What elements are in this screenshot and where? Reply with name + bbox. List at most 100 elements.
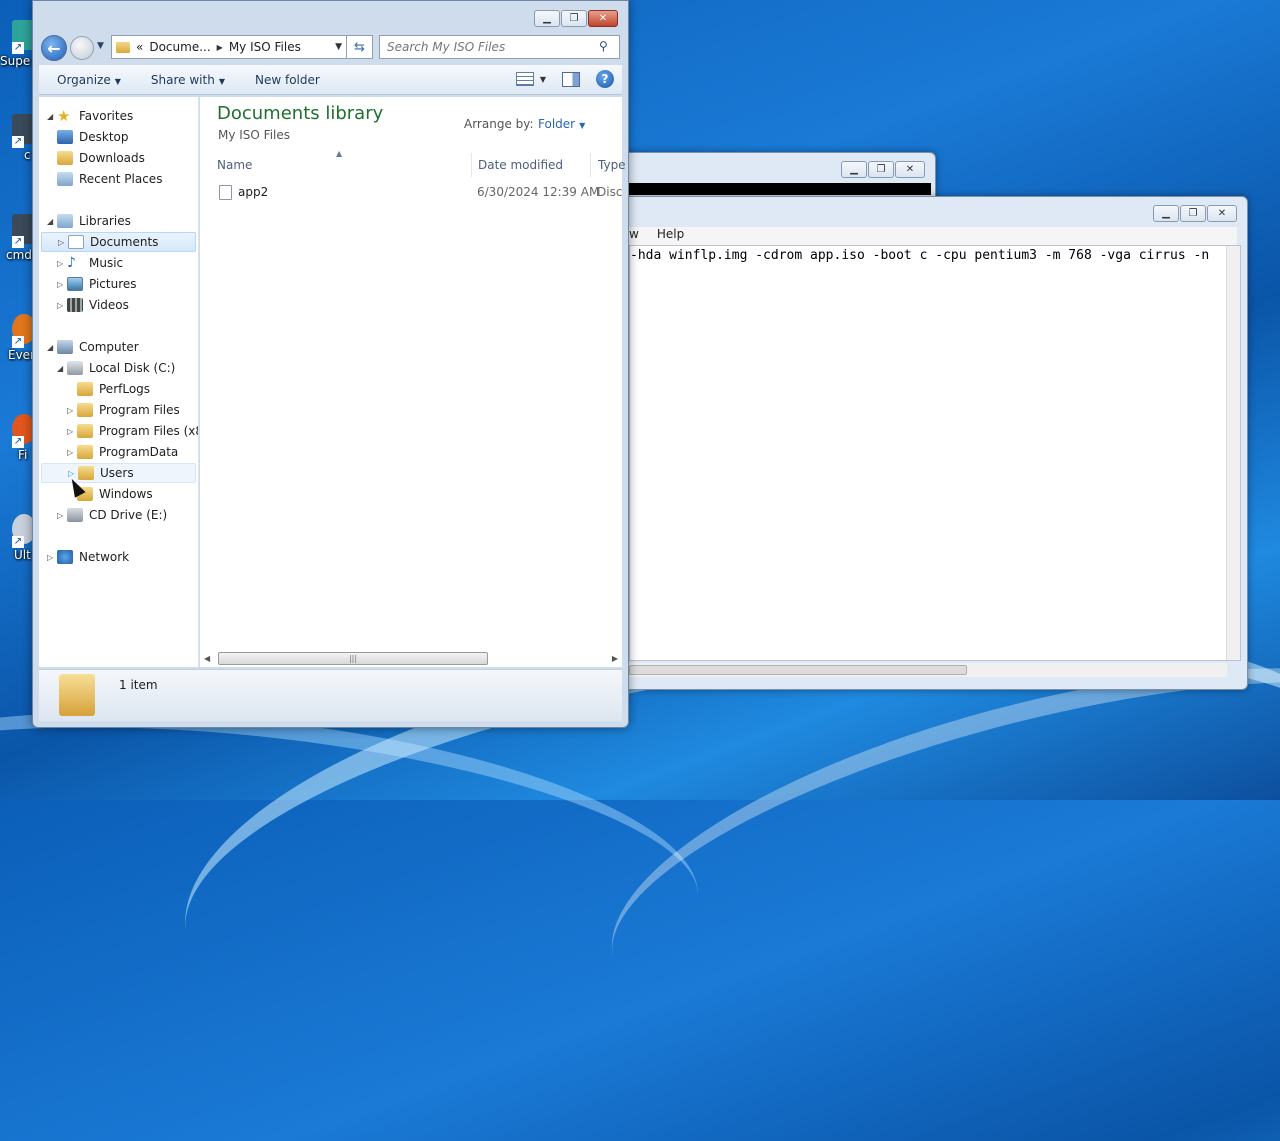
new-folder-button[interactable]: New folder	[255, 73, 320, 87]
help-icon[interactable]: ?	[596, 70, 614, 88]
chevron-down-icon: ▼	[579, 121, 586, 130]
collapse-arrow-icon[interactable]: ◢	[57, 364, 67, 373]
downloads-folder-icon	[57, 151, 73, 165]
nav-favorites[interactable]: ◢ ★ Favorites	[47, 106, 133, 126]
console-area	[621, 183, 931, 195]
address-overflow[interactable]: «	[136, 40, 143, 54]
nav-documents[interactable]: ▷ Documents	[41, 232, 196, 252]
expand-arrow-icon[interactable]: ▷	[57, 511, 67, 520]
nav-program-files[interactable]: ▷ Program Files	[67, 400, 180, 420]
nav-program-files-x86[interactable]: ▷ Program Files (x86	[67, 421, 198, 441]
back-button[interactable]: ←	[41, 35, 67, 61]
close-button[interactable]: ✕	[1207, 205, 1237, 222]
chevron-down-icon: ▼	[218, 76, 225, 86]
expand-arrow-icon[interactable]: ▷	[57, 259, 67, 268]
collapse-arrow-icon[interactable]: ◢	[47, 112, 57, 121]
vertical-scrollbar[interactable]	[1226, 246, 1240, 660]
menu-help[interactable]: Help	[657, 227, 684, 245]
menu-view[interactable]: w	[629, 227, 639, 245]
videos-icon	[67, 298, 83, 312]
change-view-button[interactable]: ▼	[515, 72, 546, 86]
desktop-icon-ever[interactable]: ↗ Ever	[0, 314, 36, 374]
folder-icon	[78, 466, 94, 480]
nav-recent-places[interactable]: Recent Places	[57, 169, 162, 189]
breadcrumb-documents[interactable]: Docume...	[149, 40, 210, 54]
scroll-left-arrow-icon[interactable]: ◀	[204, 654, 210, 663]
expand-arrow-icon[interactable]: ▷	[67, 448, 77, 457]
nav-videos[interactable]: ▷ Videos	[57, 295, 129, 315]
nav-network[interactable]: ▷ Network	[47, 547, 129, 567]
music-icon: ♪	[67, 255, 76, 271]
nav-desktop[interactable]: Desktop	[57, 127, 129, 147]
minimize-button[interactable]: ▁	[534, 10, 560, 27]
breadcrumb-my-iso-files[interactable]: My ISO Files	[229, 40, 301, 54]
desktop-icon-firefox[interactable]: ↗ Fi	[0, 414, 36, 474]
scrollbar-thumb[interactable]	[629, 665, 967, 675]
chevron-down-icon: ▼	[539, 74, 546, 84]
explorer-window[interactable]: ▁ ❐ ✕ ← ▼ « Docume... ▶ My ISO Files ▼ ⇆…	[32, 0, 629, 728]
horizontal-scrollbar[interactable]	[629, 663, 1227, 677]
organize-button[interactable]: Organize ▼	[57, 73, 121, 87]
text-editor[interactable]: -hda winflp.img -cdrom app.iso -boot c -…	[629, 245, 1241, 661]
column-header-type[interactable]: Type	[598, 155, 628, 175]
minimize-button[interactable]: ▁	[1153, 205, 1179, 222]
nav-perflogs[interactable]: PerfLogs	[77, 379, 150, 399]
desktop-icon-cmd[interactable]: ↗ cmd	[0, 214, 36, 274]
file-row[interactable]: app2 6/30/2024 12:39 AM Disc	[212, 181, 622, 203]
preview-pane-icon[interactable]	[562, 71, 580, 87]
chevron-right-icon[interactable]: ▶	[217, 43, 223, 52]
desktop-icon-supe[interactable]: ↗ Supe	[0, 20, 36, 80]
nav-local-disk[interactable]: ◢ Local Disk (C:)	[57, 358, 175, 378]
notepad-window[interactable]: ▁ ❐ ✕ w Help -hda winflp.img -cdrom app.…	[598, 196, 1248, 690]
recent-pages-dropdown[interactable]: ▼	[97, 41, 104, 51]
close-button[interactable]: ✕	[895, 161, 925, 178]
collapse-arrow-icon[interactable]: ◢	[47, 217, 57, 226]
address-bar[interactable]: « Docume... ▶ My ISO Files ▼	[111, 35, 347, 59]
expand-arrow-icon[interactable]: ▷	[67, 406, 77, 415]
nav-libraries[interactable]: ◢ Libraries	[47, 211, 131, 231]
maximize-button[interactable]: ❐	[561, 10, 587, 27]
expand-arrow-icon[interactable]: ▷	[57, 280, 67, 289]
column-divider[interactable]	[471, 153, 472, 177]
column-header-date-modified[interactable]: Date modified	[478, 155, 588, 175]
item-count: 1 item	[119, 678, 158, 692]
arrange-by-dropdown[interactable]: Folder ▼	[538, 117, 585, 131]
maximize-button[interactable]: ❐	[868, 161, 894, 178]
command-bar: Organize ▼ Share with ▼ New folder ▼ ?	[39, 65, 622, 95]
scroll-right-arrow-icon[interactable]: ▶	[612, 654, 618, 663]
desktop-icon-ult[interactable]: ↗ Ult	[0, 514, 36, 574]
refresh-button[interactable]: ⇆	[347, 35, 373, 59]
desktop-icon-console[interactable]: ↗ c	[0, 114, 36, 174]
expand-arrow-icon[interactable]: ▷	[67, 427, 77, 436]
column-header-name[interactable]: Name	[217, 155, 467, 175]
expand-arrow-icon[interactable]: ▷	[58, 238, 68, 247]
minimize-button[interactable]: ▁	[841, 161, 867, 178]
close-button[interactable]: ✕	[588, 10, 618, 27]
nav-users[interactable]: ▷ Users	[41, 463, 196, 483]
editor-text: -hda winflp.img -cdrom app.iso -boot c -…	[630, 248, 1210, 263]
nav-music[interactable]: ▷ ♪ Music	[57, 253, 123, 273]
column-divider[interactable]	[590, 153, 591, 177]
folder-icon	[77, 424, 93, 438]
scrollbar-thumb[interactable]: |||	[218, 652, 488, 665]
console-window[interactable]: ▁ ❐ ✕	[620, 152, 936, 202]
nav-programdata[interactable]: ▷ ProgramData	[67, 442, 178, 462]
horizontal-scrollbar[interactable]: ◀ ||| ▶	[200, 651, 622, 667]
search-input[interactable]	[379, 35, 620, 59]
expand-arrow-icon[interactable]: ▷	[47, 553, 57, 562]
search-icon[interactable]: ⚲	[599, 39, 615, 55]
arrange-by-label: Arrange by:	[464, 117, 534, 131]
share-with-button[interactable]: Share with ▼	[151, 73, 225, 87]
chevron-down-icon[interactable]: ▼	[335, 42, 342, 52]
nav-windows[interactable]: Windows	[77, 484, 153, 504]
nav-computer[interactable]: ◢ Computer	[47, 337, 139, 357]
nav-downloads[interactable]: Downloads	[57, 148, 145, 168]
expand-arrow-icon[interactable]: ▷	[57, 301, 67, 310]
maximize-button[interactable]: ❐	[1180, 205, 1206, 222]
collapse-arrow-icon[interactable]: ◢	[47, 343, 57, 352]
nav-pictures[interactable]: ▷ Pictures	[57, 274, 137, 294]
nav-cd-drive[interactable]: ▷ CD Drive (E:)	[57, 505, 167, 525]
file-list-pane: Documents library My ISO Files Arrange b…	[200, 97, 626, 667]
view-controls: ▼ ?	[515, 70, 614, 88]
forward-button[interactable]	[70, 36, 94, 60]
